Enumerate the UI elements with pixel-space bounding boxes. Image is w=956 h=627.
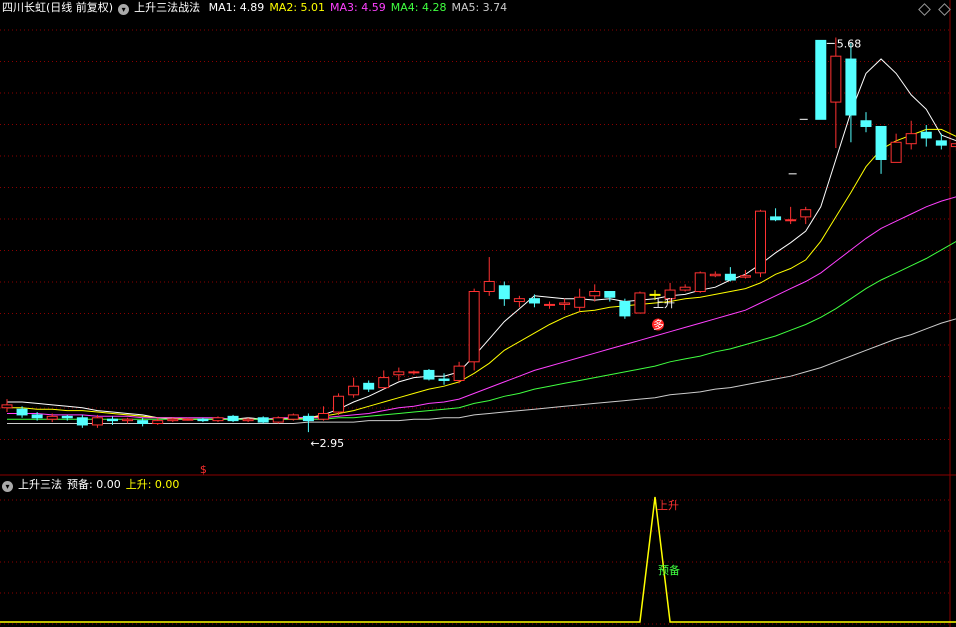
dropdown-icon[interactable]: ▾ [2,481,13,492]
candle [453,365,465,381]
sub-header: ▾ 上升三法 预备: 0.00 上升: 0.00 [2,478,184,492]
ma-label: MA3: 4.59 [330,1,386,14]
candle [137,420,149,425]
duo-label: 多 [653,318,664,332]
signal-label: 上升 [653,297,675,310]
yubei-value: 预备: 0.00 [67,478,121,491]
main-header: 四川长虹(日线 前复权) ▾ 上升三法战法 MA1: 4.89 MA2: 5.01 MA… [2,1,517,15]
candle [317,412,329,420]
candle [694,272,706,293]
dollar-marker: $ [200,463,207,476]
candle [950,143,956,148]
sub-yubei-label: 预备 [658,563,680,577]
candle [242,418,254,422]
candle [152,420,164,425]
candles [1,37,956,433]
ma-line-ma1 [7,58,956,420]
candle [589,291,601,297]
candle [91,417,103,426]
sub-shangsheng-label: 上升 [657,499,679,512]
ma-label: MA1: 4.89 [208,1,265,14]
candle [1,404,13,409]
candle [528,298,540,304]
candle [679,286,691,291]
candle [845,58,857,116]
candle [544,303,556,306]
candle [890,141,902,163]
candle [830,55,842,103]
candle [76,417,88,426]
ma-line-ma3 [7,196,956,420]
high-label: 5.68 [837,37,862,50]
candle [468,291,480,363]
candle [257,417,269,423]
candle [408,371,420,374]
candle [393,371,405,376]
candle [604,291,616,298]
candle [739,275,751,278]
candle [31,414,43,419]
candle [302,415,314,422]
signal-line [0,496,956,623]
candle [438,378,450,381]
candle [800,209,812,218]
shangsheng-value: 上升: 0.00 [125,478,180,491]
candle [875,125,887,160]
ma-label: MA5: 3.74 [451,1,508,14]
candle [619,301,631,317]
formula-name: 上升三法战法 [134,1,201,14]
low-label: ←2.95 [310,437,344,450]
candle [559,302,571,305]
candle [227,415,239,422]
candle [333,395,345,413]
candle [770,216,782,221]
candle [287,414,299,420]
ma-line-ma4 [7,240,956,420]
ma-label: MA2: 5.01 [269,1,326,14]
candle [167,418,179,422]
candle [860,120,872,127]
candle [348,385,360,396]
candle [272,417,284,423]
candle [122,418,134,422]
candle [106,418,118,422]
candle [423,369,435,380]
stock-title: 四川长虹(日线 前复权) [2,1,114,14]
candle [46,415,58,420]
candle [483,280,495,293]
candle [755,210,766,274]
candle [574,296,586,308]
candle [378,377,390,389]
candle [513,298,525,303]
candle [815,39,827,120]
candle [61,415,73,419]
indicator-panel: 上升预备 [0,496,956,623]
candle [935,140,947,146]
candle [634,292,646,314]
dropdown-icon[interactable]: ▾ [118,4,130,15]
ma-line-ma2 [7,128,956,420]
indicator-title: 上升三法 [18,478,62,491]
candle [785,219,797,222]
candlestick-chart: 5.68←2.95上升多$ 上升预备 [0,0,956,627]
candle [197,418,209,422]
candle [212,417,224,422]
candle [905,133,917,145]
candle [16,408,28,416]
candle [363,382,375,390]
candle [709,273,721,277]
candle [182,418,194,421]
ma-line-ma5 [7,318,956,424]
candle [498,285,510,300]
candle [649,293,661,296]
candle [724,273,736,281]
candle [920,131,932,139]
ma-label: MA4: 4.28 [390,1,447,14]
moving-average-lines [7,58,956,424]
